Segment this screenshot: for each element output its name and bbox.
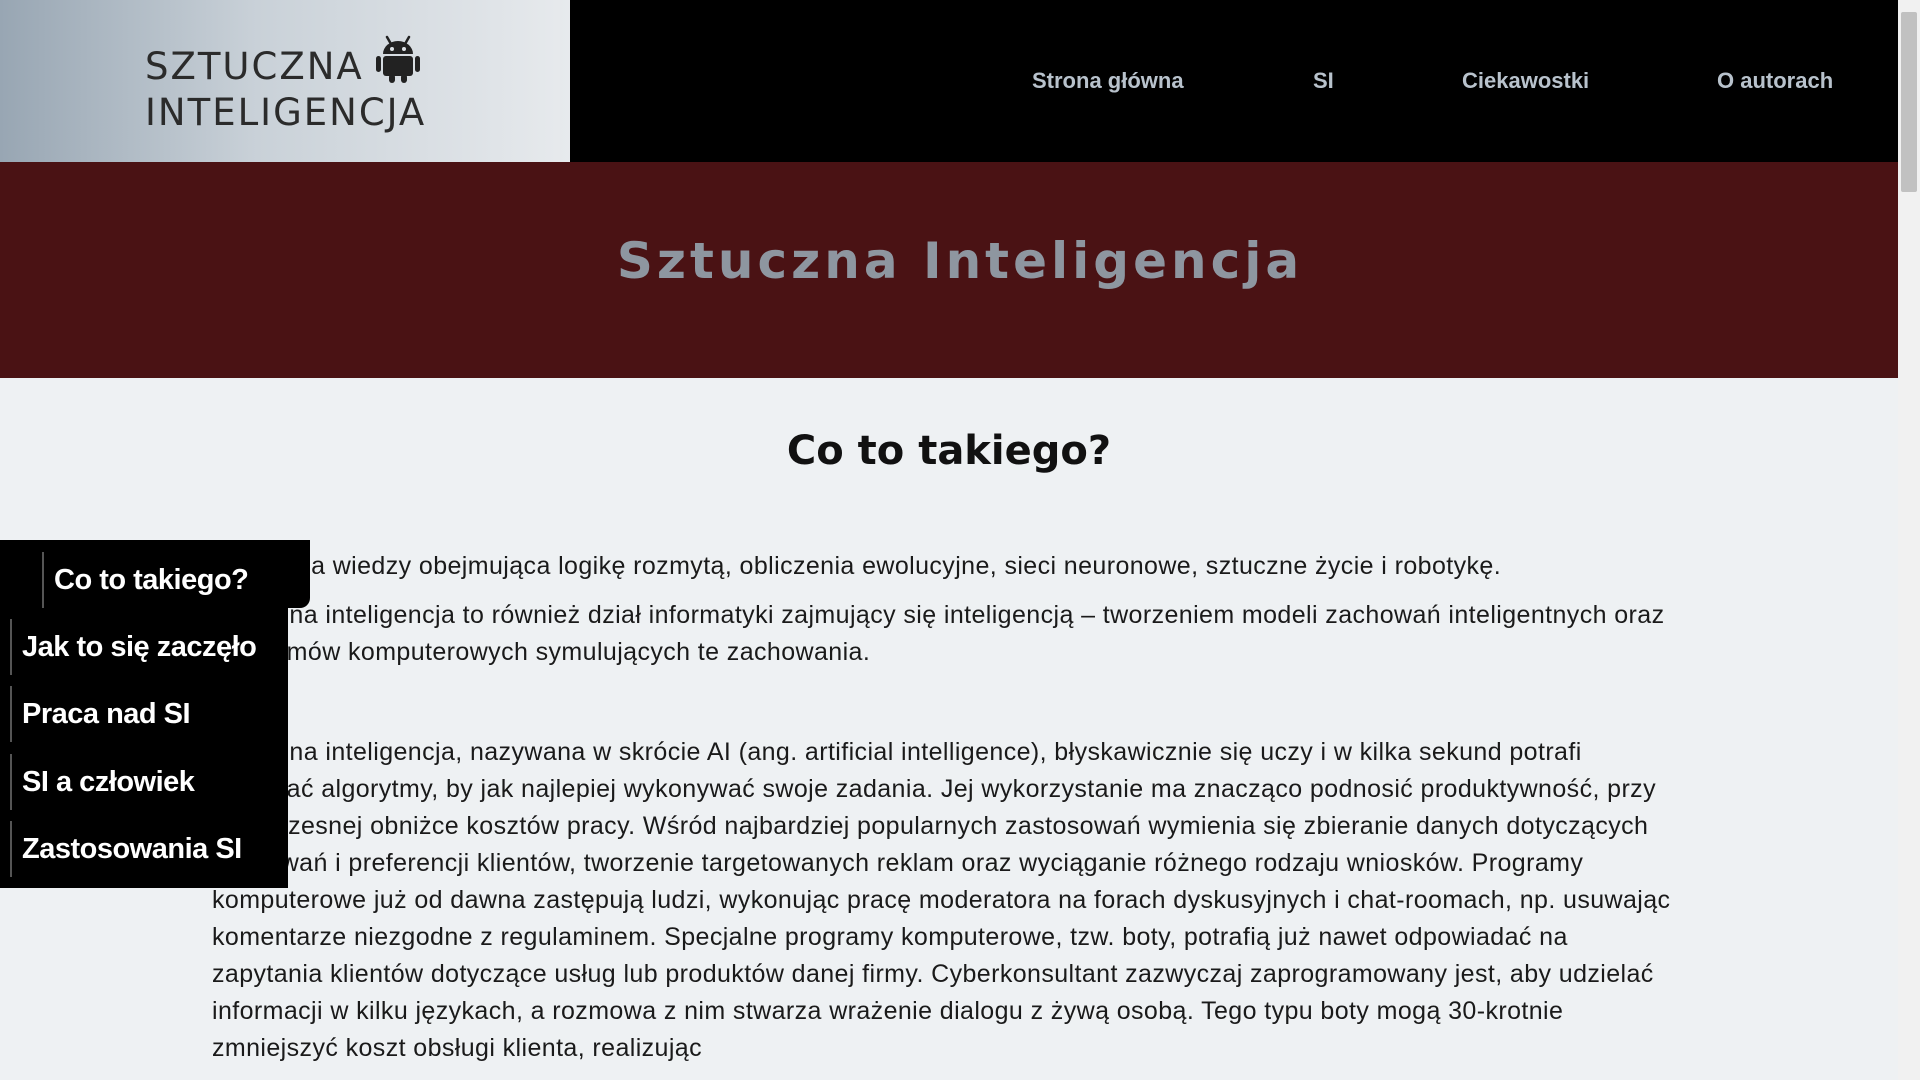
- body-text: Sztuczna inteligencja, nazywana w skróci…: [212, 734, 1672, 1079]
- side-item-praca-nad-si[interactable]: Praca nad SI: [10, 686, 191, 742]
- nav-link-strona-glowna[interactable]: Strona główna: [1032, 68, 1184, 94]
- android-icon: [376, 35, 420, 83]
- intro-text: Dziedzina wiedzy obejmująca logikę rozmy…: [212, 548, 1672, 683]
- side-item-co-to-takiego[interactable]: Co to takiego?: [42, 552, 249, 608]
- nav-link-ciekawostki[interactable]: Ciekawostki: [1462, 68, 1589, 94]
- site-header: SZTUCZNA INTELIGENCJA Strona główna SI C…: [0, 0, 1898, 162]
- side-item-zastosowania-si[interactable]: Zastosowania SI: [10, 821, 242, 877]
- banner-title: Sztuczna Inteligencja: [616, 232, 1304, 290]
- logo[interactable]: SZTUCZNA INTELIGENCJA: [0, 0, 570, 162]
- scrollbar-thumb[interactable]: [1901, 12, 1917, 192]
- logo-line2: INTELIGENCJA: [145, 91, 427, 134]
- nav-link-o-autorach[interactable]: O autorach: [1717, 68, 1833, 94]
- side-item-jak-to-sie-zaczelo[interactable]: Jak to się zaczęło: [10, 619, 257, 675]
- paragraph-2: Sztuczna inteligencja, nazywana w skróci…: [212, 738, 1671, 1062]
- side-item-si-a-czlowiek[interactable]: SI a człowiek: [10, 754, 195, 810]
- nav-link-si[interactable]: SI: [1313, 68, 1334, 94]
- paragraph-1b: Sztuczna inteligencja to również dział i…: [212, 601, 1665, 666]
- section-title: Co to takiego?: [786, 428, 1112, 474]
- paragraph-1a: Dziedzina wiedzy obejmująca logikę rozmy…: [212, 552, 1502, 580]
